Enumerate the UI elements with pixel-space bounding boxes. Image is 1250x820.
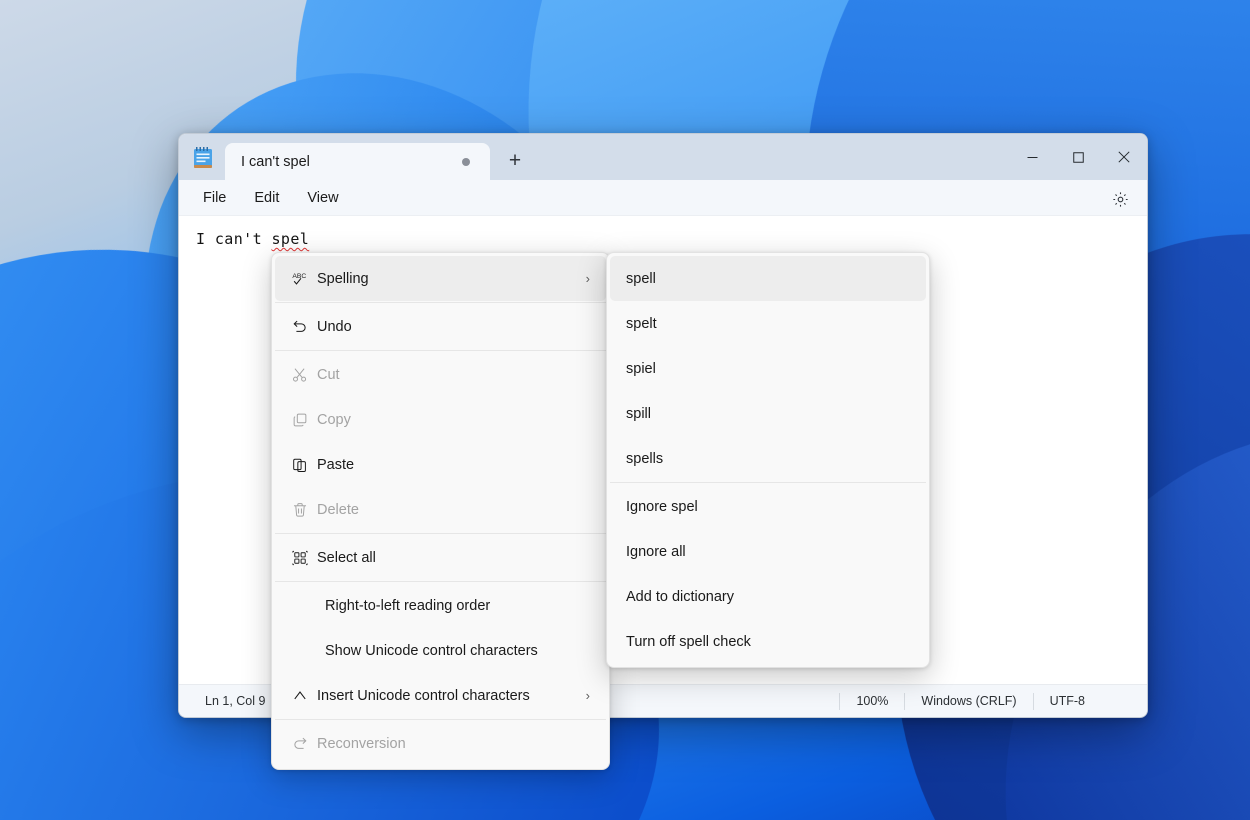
spelling-action-add-to-dictionary[interactable]: Add to dictionary <box>610 574 926 619</box>
context-menu-label: Reconversion <box>317 736 596 752</box>
spellcheck-icon: ABC <box>291 270 317 288</box>
minimize-button[interactable] <box>1009 134 1055 180</box>
context-menu-label: Cut <box>317 367 596 383</box>
suggestion-item[interactable]: spill <box>610 391 926 436</box>
copy-icon <box>291 411 317 429</box>
context-menu-label: Right-to-left reading order <box>325 598 596 614</box>
menu-edit[interactable]: Edit <box>242 185 291 211</box>
context-menu-label: Select all <box>317 550 596 566</box>
context-menu-item-select-all[interactable]: Select all <box>275 535 606 580</box>
trash-icon <box>291 501 317 519</box>
suggestion-item[interactable]: spiel <box>610 346 926 391</box>
context-menu: ABC Spelling › Undo Cut <box>271 252 610 770</box>
menu-separator <box>275 533 606 534</box>
context-menu-item-insert-unicode-control-characters[interactable]: Insert Unicode control characters › <box>275 673 606 718</box>
chevron-right-icon: › <box>586 688 596 703</box>
select-all-icon <box>291 549 317 567</box>
reconversion-icon <box>291 735 317 753</box>
svg-text:ABC: ABC <box>292 273 306 280</box>
context-menu-item-reconversion[interactable]: Reconversion <box>275 721 606 766</box>
status-right-group: 100% Windows (CRLF) UTF-8 <box>839 692 1147 710</box>
title-bar[interactable]: I can't spel + <box>179 134 1147 180</box>
tab-document[interactable]: I can't spel <box>225 143 490 180</box>
chevron-right-icon: › <box>586 271 596 286</box>
close-button[interactable] <box>1101 134 1147 180</box>
context-menu-item-cut[interactable]: Cut <box>275 352 606 397</box>
menu-separator <box>610 482 926 483</box>
status-cursor-position: Ln 1, Col 9 <box>189 692 281 710</box>
spelling-action-turn-off-spell-check[interactable]: Turn off spell check <box>610 619 926 664</box>
unsaved-changes-dot <box>462 158 470 166</box>
undo-icon <box>291 318 317 336</box>
spelling-action-ignore-all[interactable]: Ignore all <box>610 529 926 574</box>
tab-title: I can't spel <box>241 154 462 170</box>
context-menu-item-copy[interactable]: Copy <box>275 397 606 442</box>
notepad-icon <box>192 146 214 170</box>
context-menu-item-rtl-reading-order[interactable]: Right-to-left reading order <box>275 583 606 628</box>
text-run: I can't <box>196 230 271 248</box>
tab-strip: I can't spel + <box>225 134 534 180</box>
context-menu-item-show-unicode-control-characters[interactable]: Show Unicode control characters <box>275 628 606 673</box>
status-line-ending[interactable]: Windows (CRLF) <box>905 692 1032 710</box>
context-menu-label: Insert Unicode control characters <box>317 688 586 704</box>
menu-file[interactable]: File <box>191 185 238 211</box>
context-menu-item-spelling[interactable]: ABC Spelling › <box>275 256 606 301</box>
status-encoding[interactable]: UTF-8 <box>1034 692 1101 710</box>
context-menu-label: Spelling <box>317 271 586 287</box>
menu-separator <box>275 719 606 720</box>
menu-view[interactable]: View <box>295 185 350 211</box>
clipboard-icon <box>291 456 317 474</box>
scissors-icon <box>291 366 317 384</box>
spelling-action-ignore-word[interactable]: Ignore spel <box>610 484 926 529</box>
menu-separator <box>275 581 606 582</box>
suggestion-item[interactable]: spells <box>610 436 926 481</box>
window-controls <box>1009 134 1147 180</box>
new-tab-button[interactable]: + <box>496 145 534 177</box>
context-menu-label: Delete <box>317 502 596 518</box>
menu-separator <box>275 302 606 303</box>
menu-separator <box>275 350 606 351</box>
context-menu-label: Paste <box>317 457 596 473</box>
context-menu-item-undo[interactable]: Undo <box>275 304 606 349</box>
maximize-button[interactable] <box>1055 134 1101 180</box>
misspelled-word[interactable]: spel <box>271 230 309 248</box>
context-menu-item-paste[interactable]: Paste <box>275 442 606 487</box>
context-menu-label: Copy <box>317 412 596 428</box>
gear-icon[interactable] <box>1105 186 1135 212</box>
suggestion-item[interactable]: spell <box>610 256 926 301</box>
context-menu-label: Undo <box>317 319 596 335</box>
document-text: I can't spel <box>196 230 1147 248</box>
suggestion-item[interactable]: spelt <box>610 301 926 346</box>
menu-bar: File Edit View <box>179 180 1147 216</box>
caret-icon <box>291 687 317 705</box>
status-zoom[interactable]: 100% <box>840 692 904 710</box>
context-menu-label: Show Unicode control characters <box>325 643 596 659</box>
spelling-submenu: spell spelt spiel spill spells Ignore sp… <box>606 252 930 668</box>
context-menu-item-delete[interactable]: Delete <box>275 487 606 532</box>
